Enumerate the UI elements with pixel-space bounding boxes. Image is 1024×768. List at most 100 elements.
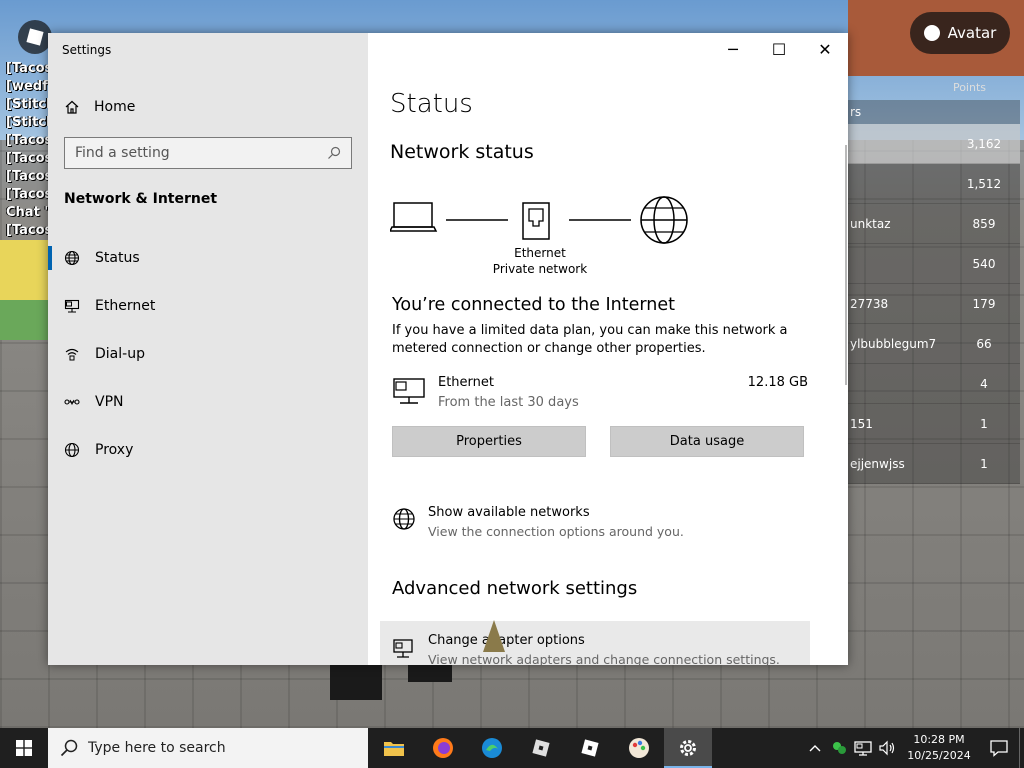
navigation-pane: Settings Home Network & Internet Status … xyxy=(48,33,368,665)
chat-line: Chat ' xyxy=(6,205,49,220)
find-setting-box[interactable] xyxy=(64,137,352,169)
roblox-icon xyxy=(532,739,550,757)
taskbar: 10:28 PM 10/25/2024 xyxy=(0,728,1024,768)
player-name: unktaz xyxy=(850,216,891,231)
vpn-icon xyxy=(64,399,80,406)
advanced-settings-heading: Advanced network settings xyxy=(392,578,638,599)
avatar-icon xyxy=(923,25,940,41)
mouse-cursor xyxy=(483,620,505,652)
volume-tray-button[interactable] xyxy=(875,728,899,768)
player-points: 1,512 xyxy=(966,176,1002,191)
network-tray-button[interactable] xyxy=(851,728,875,768)
leaderboard-row[interactable]: 4 xyxy=(848,364,1020,404)
edge-button[interactable] xyxy=(468,728,516,768)
adapter-icon xyxy=(393,639,413,658)
usage-period: From the last 30 days xyxy=(438,395,579,410)
paint-button[interactable] xyxy=(615,728,663,768)
volume-icon xyxy=(879,740,895,756)
data-usage-amount: 12.18 GB xyxy=(747,375,808,390)
player-name: ylbubblegum7 xyxy=(850,336,937,351)
show-hidden-icons-button[interactable] xyxy=(803,728,827,768)
home-label: Home xyxy=(94,99,136,115)
nav-item-ethernet[interactable]: Ethernet xyxy=(48,286,368,326)
chat-line: [Tacos xyxy=(6,133,50,148)
maximize-button[interactable]: ☐ xyxy=(756,33,802,65)
chat-log: [Tacos [wedf [Stitch [Stitch [Tacos [Tac… xyxy=(6,60,50,240)
windows-icon xyxy=(16,740,32,756)
settings-button[interactable] xyxy=(664,728,712,768)
roblox-menu-button[interactable] xyxy=(18,20,52,54)
close-button[interactable]: ✕ xyxy=(802,33,848,65)
start-button[interactable] xyxy=(0,728,48,768)
leaderboard-row[interactable]: 27738 179 xyxy=(848,284,1020,324)
yellow-block xyxy=(0,240,48,300)
window-title: Settings xyxy=(62,43,112,57)
player-name: ejjenwjss xyxy=(850,456,905,471)
content-pane: ─ ☐ ✕ Status Network status Ethernet Pri… xyxy=(368,33,848,665)
nav-item-status[interactable]: Status xyxy=(48,238,368,278)
network-status-heading: Network status xyxy=(390,141,534,163)
chat-line: [Tacos xyxy=(6,187,50,202)
internet-globe-icon xyxy=(640,196,688,244)
file-explorer-icon xyxy=(384,742,404,756)
chat-line: [Tacos xyxy=(6,151,50,166)
taskbar-search-box[interactable] xyxy=(48,728,368,768)
leaderboard-row[interactable]: unktaz 859 xyxy=(848,204,1020,244)
nav-item-label: Status xyxy=(95,250,140,266)
show-desktop-button[interactable] xyxy=(1019,728,1024,768)
nav-item-label: Dial-up xyxy=(95,346,145,362)
ethernet-usage-row: Ethernet From the last 30 days 12.18 GB xyxy=(392,373,808,413)
change-adapter-description: View network adapters and change connect… xyxy=(428,652,780,665)
chat-line: [Tacos xyxy=(6,223,50,238)
home-nav-item[interactable]: Home xyxy=(64,95,135,119)
file-explorer-button[interactable] xyxy=(370,728,418,768)
chat-line: [wedf xyxy=(6,79,48,94)
dialup-icon xyxy=(65,348,79,361)
find-setting-input[interactable] xyxy=(75,145,327,161)
leaderboard-row[interactable]: ylbubblegum7 66 xyxy=(848,324,1020,364)
network-globe-icon xyxy=(393,508,415,530)
roblox-studio-button[interactable] xyxy=(566,728,614,768)
leaderboard-row[interactable]: 151 1 xyxy=(848,404,1020,444)
leaderboard-row[interactable]: 1,512 xyxy=(848,164,1020,204)
minimize-button[interactable]: ─ xyxy=(710,33,756,65)
roblox-button[interactable] xyxy=(517,728,565,768)
data-usage-button[interactable]: Data usage xyxy=(610,426,804,457)
dark-block xyxy=(408,664,452,682)
ethernet-icon xyxy=(64,299,80,313)
nav-item-proxy[interactable]: Proxy xyxy=(48,430,368,470)
player-points: 859 xyxy=(972,216,996,231)
leaderboard-row[interactable]: ejjenwjss 1 xyxy=(848,444,1020,484)
properties-button[interactable]: Properties xyxy=(392,426,586,457)
change-adapter-options[interactable]: Change adapter options View network adap… xyxy=(380,621,810,665)
nav-item-label: VPN xyxy=(95,394,124,410)
nav-item-vpn[interactable]: VPN xyxy=(48,382,368,422)
taskbar-search-input[interactable] xyxy=(88,740,348,756)
dark-block xyxy=(330,664,382,700)
firefox-icon xyxy=(433,738,453,758)
chevron-up-icon xyxy=(809,745,821,752)
globe-icon xyxy=(64,442,80,458)
nav-item-dial-up[interactable]: Dial-up xyxy=(48,334,368,374)
show-networks-title: Show available networks xyxy=(428,505,590,520)
chat-line: [Stitch xyxy=(6,115,50,130)
roblox-logo-icon xyxy=(26,28,44,46)
chat-line: [Stitch xyxy=(6,97,50,112)
show-available-networks[interactable]: Show available networks View the connect… xyxy=(392,503,812,543)
content-scrollbar[interactable] xyxy=(845,145,847,385)
tray-app-button[interactable] xyxy=(827,728,851,768)
connection-name: Ethernet xyxy=(514,246,566,260)
notifications-button[interactable] xyxy=(979,728,1019,768)
metered-description: If you have a limited data plan, you can… xyxy=(392,323,788,356)
show-networks-description: View the connection options around you. xyxy=(428,524,684,539)
clock-time: 10:28 PM xyxy=(913,733,965,746)
clock[interactable]: 10:28 PM 10/25/2024 xyxy=(905,732,973,764)
leaderboard-row[interactable]: 3,162 xyxy=(848,124,1020,164)
connection-profile: Private network xyxy=(492,262,588,276)
firefox-button[interactable] xyxy=(419,728,467,768)
avatar-button[interactable]: Avatar xyxy=(910,12,1010,54)
player-points: 4 xyxy=(980,376,988,391)
leaderboard-row[interactable]: 540 xyxy=(848,244,1020,284)
section-heading: Network & Internet xyxy=(64,191,218,207)
player-points: 179 xyxy=(972,296,996,311)
